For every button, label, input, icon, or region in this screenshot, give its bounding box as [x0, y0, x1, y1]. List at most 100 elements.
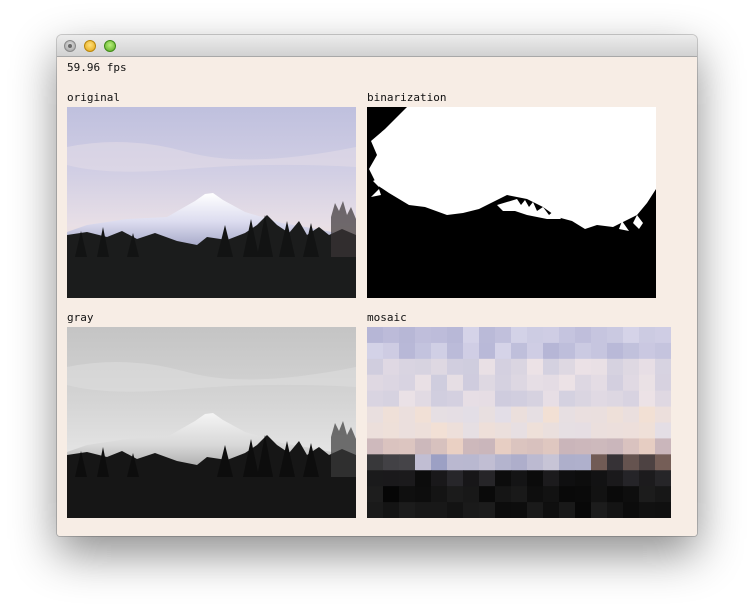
- panel-label-binarization: binarization: [367, 91, 447, 104]
- mosaic-tile: [367, 502, 384, 518]
- mosaic-tile: [415, 470, 432, 487]
- mosaic-tile: [511, 390, 528, 408]
- mosaic-tile: [367, 422, 384, 439]
- mosaic-tile: [463, 438, 480, 455]
- mosaic-tile: [383, 342, 400, 360]
- mosaic-tile: [431, 358, 448, 376]
- title-bar[interactable]: [57, 35, 697, 57]
- fps-counter: 59.96 fps: [67, 61, 127, 74]
- mosaic-tile: [367, 374, 384, 392]
- mosaic-tile: [639, 422, 656, 439]
- mosaic-tile: [559, 358, 576, 376]
- mosaic-tile: [623, 390, 640, 408]
- mosaic-tile: [431, 486, 448, 503]
- mosaic-tile: [559, 454, 576, 471]
- mosaic-tile: [415, 438, 432, 455]
- mosaic-tile: [527, 390, 544, 408]
- mosaic-tile: [575, 374, 592, 392]
- mosaic-tile: [495, 454, 512, 471]
- close-window-button[interactable]: [64, 40, 76, 52]
- mosaic-tile: [447, 502, 464, 518]
- mosaic-tile: [383, 470, 400, 487]
- mosaic-tile: [591, 327, 608, 344]
- mosaic-tile: [431, 327, 448, 344]
- mosaic-tile: [431, 390, 448, 408]
- mosaic-tile: [463, 486, 480, 503]
- mosaic-tile: [383, 390, 400, 408]
- mosaic-tile: [623, 406, 640, 423]
- mosaic-tile: [399, 486, 416, 503]
- mosaic-tile: [399, 438, 416, 455]
- minimize-window-button[interactable]: [84, 40, 96, 52]
- mosaic-tile: [399, 342, 416, 360]
- mosaic-tile: [447, 342, 464, 360]
- mosaic-tile: [383, 422, 400, 439]
- mosaic-tile: [415, 454, 432, 471]
- mosaic-tile: [463, 470, 480, 487]
- mosaic-tile: [527, 470, 544, 487]
- mosaic-tile: [559, 406, 576, 423]
- mosaic-tile: [415, 327, 432, 344]
- mosaic-tile: [479, 406, 496, 423]
- mosaic-tile: [511, 327, 528, 344]
- mosaic-tile: [623, 454, 640, 471]
- mosaic-tile: [639, 438, 656, 455]
- mosaic-tile: [655, 470, 671, 487]
- zoom-window-button[interactable]: [104, 40, 116, 52]
- mosaic-tile: [543, 454, 560, 471]
- mosaic-tile: [591, 406, 608, 423]
- mosaic-tile: [511, 470, 528, 487]
- mosaic-tile: [399, 502, 416, 518]
- mosaic-tile: [639, 486, 656, 503]
- mosaic-tile: [511, 358, 528, 376]
- mosaic-tile: [399, 390, 416, 408]
- mosaic-tile: [415, 422, 432, 439]
- mosaic-tile: [639, 454, 656, 471]
- binarization-image: [367, 107, 656, 298]
- mosaic-tile: [447, 438, 464, 455]
- mosaic-tile: [367, 390, 384, 408]
- mosaic-tile: [415, 502, 432, 518]
- mosaic-tile: [527, 327, 544, 344]
- mosaic-tile: [575, 454, 592, 471]
- mosaic-tile: [607, 422, 624, 439]
- mosaic-tile: [559, 486, 576, 503]
- mosaic-tile: [447, 358, 464, 376]
- mosaic-tile: [399, 374, 416, 392]
- mosaic-tile: [655, 406, 671, 423]
- mosaic-tile: [495, 438, 512, 455]
- mosaic-tile: [495, 327, 512, 344]
- mosaic-tile: [543, 406, 560, 423]
- mosaic-tile: [511, 486, 528, 503]
- original-view: [67, 107, 356, 298]
- mosaic-tile: [431, 454, 448, 471]
- mosaic-tile: [559, 438, 576, 455]
- mosaic-tile: [463, 502, 480, 518]
- mosaic-tile: [511, 406, 528, 423]
- mosaic-tile: [543, 358, 560, 376]
- mosaic-tile: [495, 342, 512, 360]
- mosaic-tile: [511, 374, 528, 392]
- mosaic-tile: [543, 342, 560, 360]
- mosaic-tile: [655, 358, 671, 376]
- mosaic-tile: [607, 358, 624, 376]
- mosaic-tile: [479, 454, 496, 471]
- mosaic-tile: [543, 438, 560, 455]
- mosaic-tile: [479, 438, 496, 455]
- mosaic-tile: [383, 374, 400, 392]
- mosaic-tile: [415, 390, 432, 408]
- mosaic-tile: [495, 502, 512, 518]
- mosaic-tile: [399, 454, 416, 471]
- mosaic-tile: [607, 374, 624, 392]
- mosaic-tile: [479, 342, 496, 360]
- mosaic-tile: [623, 358, 640, 376]
- mosaic-tile: [431, 422, 448, 439]
- mosaic-tile: [607, 406, 624, 423]
- mosaic-tile: [367, 342, 384, 360]
- mosaic-tile: [527, 502, 544, 518]
- mosaic-tile: [575, 358, 592, 376]
- mosaic-tile: [607, 486, 624, 503]
- mosaic-tile: [559, 422, 576, 439]
- mosaic-tile: [495, 470, 512, 487]
- mosaic-tile: [527, 374, 544, 392]
